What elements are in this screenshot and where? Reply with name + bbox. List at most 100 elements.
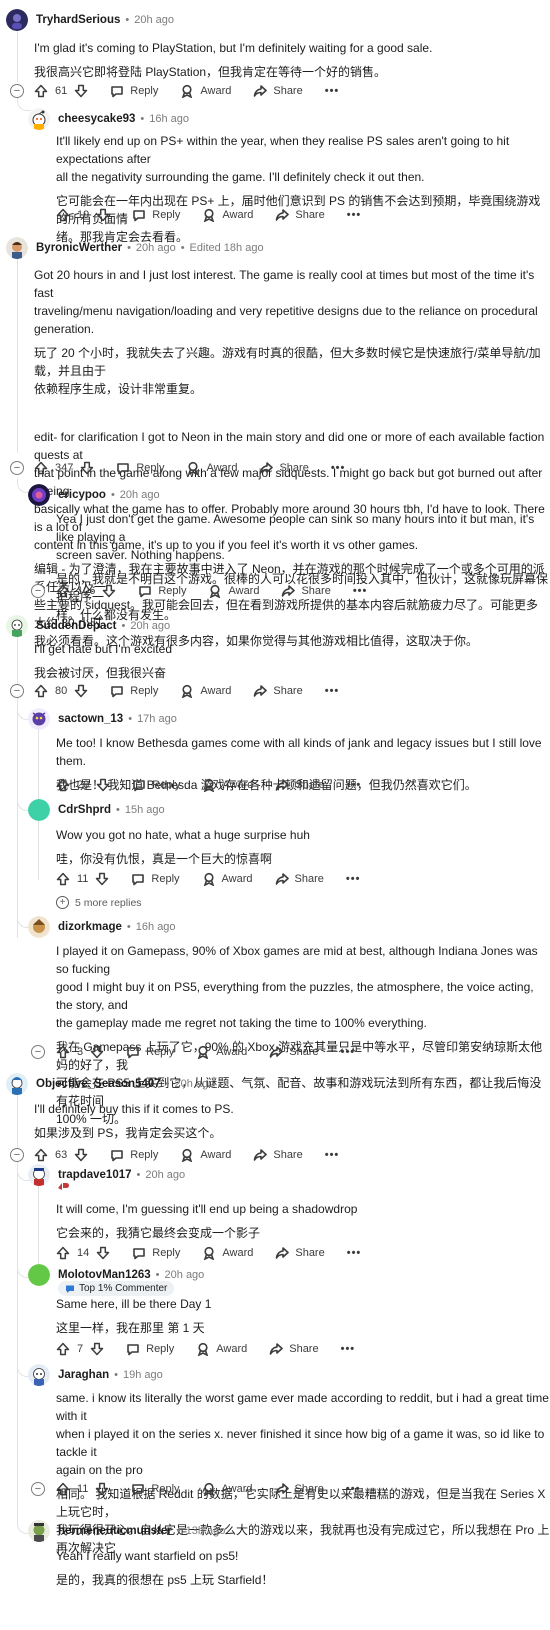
timestamp[interactable]: 20h ago: [136, 242, 176, 254]
more-options-button[interactable]: •••: [325, 85, 340, 97]
avatar[interactable]: [28, 108, 50, 130]
more-options-button[interactable]: •••: [346, 1483, 361, 1495]
more-options-button[interactable]: •••: [347, 779, 362, 791]
downvote-icon[interactable]: [90, 1342, 104, 1356]
award-button[interactable]: Award: [202, 1482, 253, 1496]
avatar[interactable]: [28, 916, 50, 938]
downvote-icon[interactable]: [80, 461, 94, 475]
downvote-icon[interactable]: [74, 84, 88, 98]
downvote-icon[interactable]: [74, 1148, 88, 1162]
upvote-icon[interactable]: [56, 778, 70, 792]
avatar[interactable]: [6, 1073, 28, 1095]
author-name[interactable]: trapdave1017: [58, 1169, 132, 1181]
more-replies-button[interactable]: + 5 more replies: [56, 896, 142, 909]
reply-button[interactable]: Reply: [110, 84, 158, 98]
more-options-button[interactable]: •••: [347, 209, 362, 221]
upvote-icon[interactable]: [56, 208, 70, 222]
reply-button[interactable]: Reply: [131, 1482, 180, 1496]
upvote-icon[interactable]: [34, 84, 48, 98]
share-button[interactable]: Share: [253, 84, 303, 98]
share-button[interactable]: Share: [259, 461, 309, 475]
collapse-thread-button[interactable]: −: [10, 1148, 24, 1162]
more-options-button[interactable]: •••: [353, 585, 368, 597]
author-name[interactable]: ericypoo: [58, 489, 106, 501]
timestamp[interactable]: 15h ago: [125, 804, 165, 816]
award-button[interactable]: Award: [180, 684, 231, 698]
author-name[interactable]: cheesycake93: [58, 113, 135, 125]
avatar[interactable]: [28, 708, 50, 730]
reply-button[interactable]: Reply: [132, 1246, 180, 1260]
award-button[interactable]: Award: [180, 1148, 231, 1162]
award-button[interactable]: Award: [202, 1246, 253, 1260]
reply-button[interactable]: Reply: [126, 1342, 174, 1356]
avatar[interactable]: [28, 1364, 50, 1386]
reply-button[interactable]: Reply: [132, 778, 180, 792]
upvote-icon[interactable]: [56, 1482, 70, 1496]
downvote-icon[interactable]: [96, 778, 110, 792]
more-options-button[interactable]: •••: [346, 873, 361, 885]
timestamp[interactable]: 17h ago: [137, 713, 177, 725]
share-button[interactable]: Share: [269, 1342, 319, 1356]
collapse-thread-button[interactable]: −: [31, 1482, 45, 1496]
downvote-icon[interactable]: [102, 584, 116, 598]
collapse-thread-button[interactable]: −: [10, 84, 24, 98]
upvote-icon[interactable]: [56, 1342, 70, 1356]
author-name[interactable]: hermeneuticmunster: [58, 1525, 172, 1537]
upvote-icon[interactable]: [56, 872, 70, 886]
avatar[interactable]: [28, 484, 50, 506]
author-name[interactable]: Jaraghan: [58, 1369, 109, 1381]
more-options-button[interactable]: •••: [325, 1149, 340, 1161]
collapse-thread-button[interactable]: −: [10, 461, 24, 475]
upvote-icon[interactable]: [56, 1045, 70, 1059]
collapse-thread-button[interactable]: −: [10, 684, 24, 698]
downvote-icon[interactable]: [96, 1246, 110, 1260]
timestamp[interactable]: 20h ago: [130, 620, 170, 632]
share-button[interactable]: Share: [253, 1148, 303, 1162]
award-button[interactable]: Award: [180, 84, 231, 98]
award-button[interactable]: Award: [208, 584, 259, 598]
upvote-icon[interactable]: [34, 684, 48, 698]
author-name[interactable]: TryhardSerious: [36, 14, 120, 26]
share-button[interactable]: Share: [275, 778, 325, 792]
downvote-icon[interactable]: [95, 1482, 109, 1496]
award-button[interactable]: Award: [202, 778, 253, 792]
downvote-icon[interactable]: [96, 208, 110, 222]
reply-button[interactable]: Reply: [116, 461, 164, 475]
reply-button[interactable]: Reply: [110, 684, 158, 698]
avatar[interactable]: [28, 1264, 50, 1286]
timestamp[interactable]: 13h ago: [186, 1525, 226, 1537]
avatar[interactable]: [28, 799, 50, 821]
avatar[interactable]: [6, 9, 28, 31]
avatar[interactable]: [28, 1520, 50, 1542]
avatar[interactable]: [6, 237, 28, 259]
downvote-icon[interactable]: [95, 872, 109, 886]
award-button[interactable]: Award: [202, 208, 253, 222]
timestamp[interactable]: 20h ago: [145, 1169, 185, 1181]
author-name[interactable]: MolotovMan1263: [58, 1269, 151, 1281]
upvote-icon[interactable]: [34, 461, 48, 475]
award-button[interactable]: Award: [196, 1342, 247, 1356]
share-button[interactable]: Share: [275, 1482, 324, 1496]
reply-button[interactable]: Reply: [138, 584, 186, 598]
share-button[interactable]: Share: [253, 684, 303, 698]
reply-button[interactable]: Reply: [110, 1148, 158, 1162]
avatar[interactable]: [28, 1164, 50, 1186]
timestamp[interactable]: 16h ago: [149, 113, 189, 125]
author-name[interactable]: Objective_Season5407: [36, 1078, 161, 1090]
award-button[interactable]: Award: [202, 872, 253, 886]
share-button[interactable]: Share: [275, 1246, 325, 1260]
share-button[interactable]: Share: [269, 1045, 319, 1059]
more-options-button[interactable]: •••: [331, 462, 346, 474]
share-button[interactable]: Share: [281, 584, 331, 598]
author-name[interactable]: sactown_13: [58, 713, 123, 725]
collapse-thread-button[interactable]: −: [31, 1045, 45, 1059]
downvote-icon[interactable]: [90, 1045, 104, 1059]
timestamp[interactable]: 20h ago: [120, 489, 160, 501]
upvote-icon[interactable]: [34, 1148, 48, 1162]
more-options-button[interactable]: •••: [341, 1343, 356, 1355]
share-button[interactable]: Share: [275, 872, 324, 886]
share-button[interactable]: Share: [275, 208, 325, 222]
timestamp[interactable]: 20h ago: [134, 14, 174, 26]
collapse-thread-button[interactable]: −: [31, 584, 45, 598]
author-name[interactable]: SuddenDepact: [36, 620, 117, 632]
